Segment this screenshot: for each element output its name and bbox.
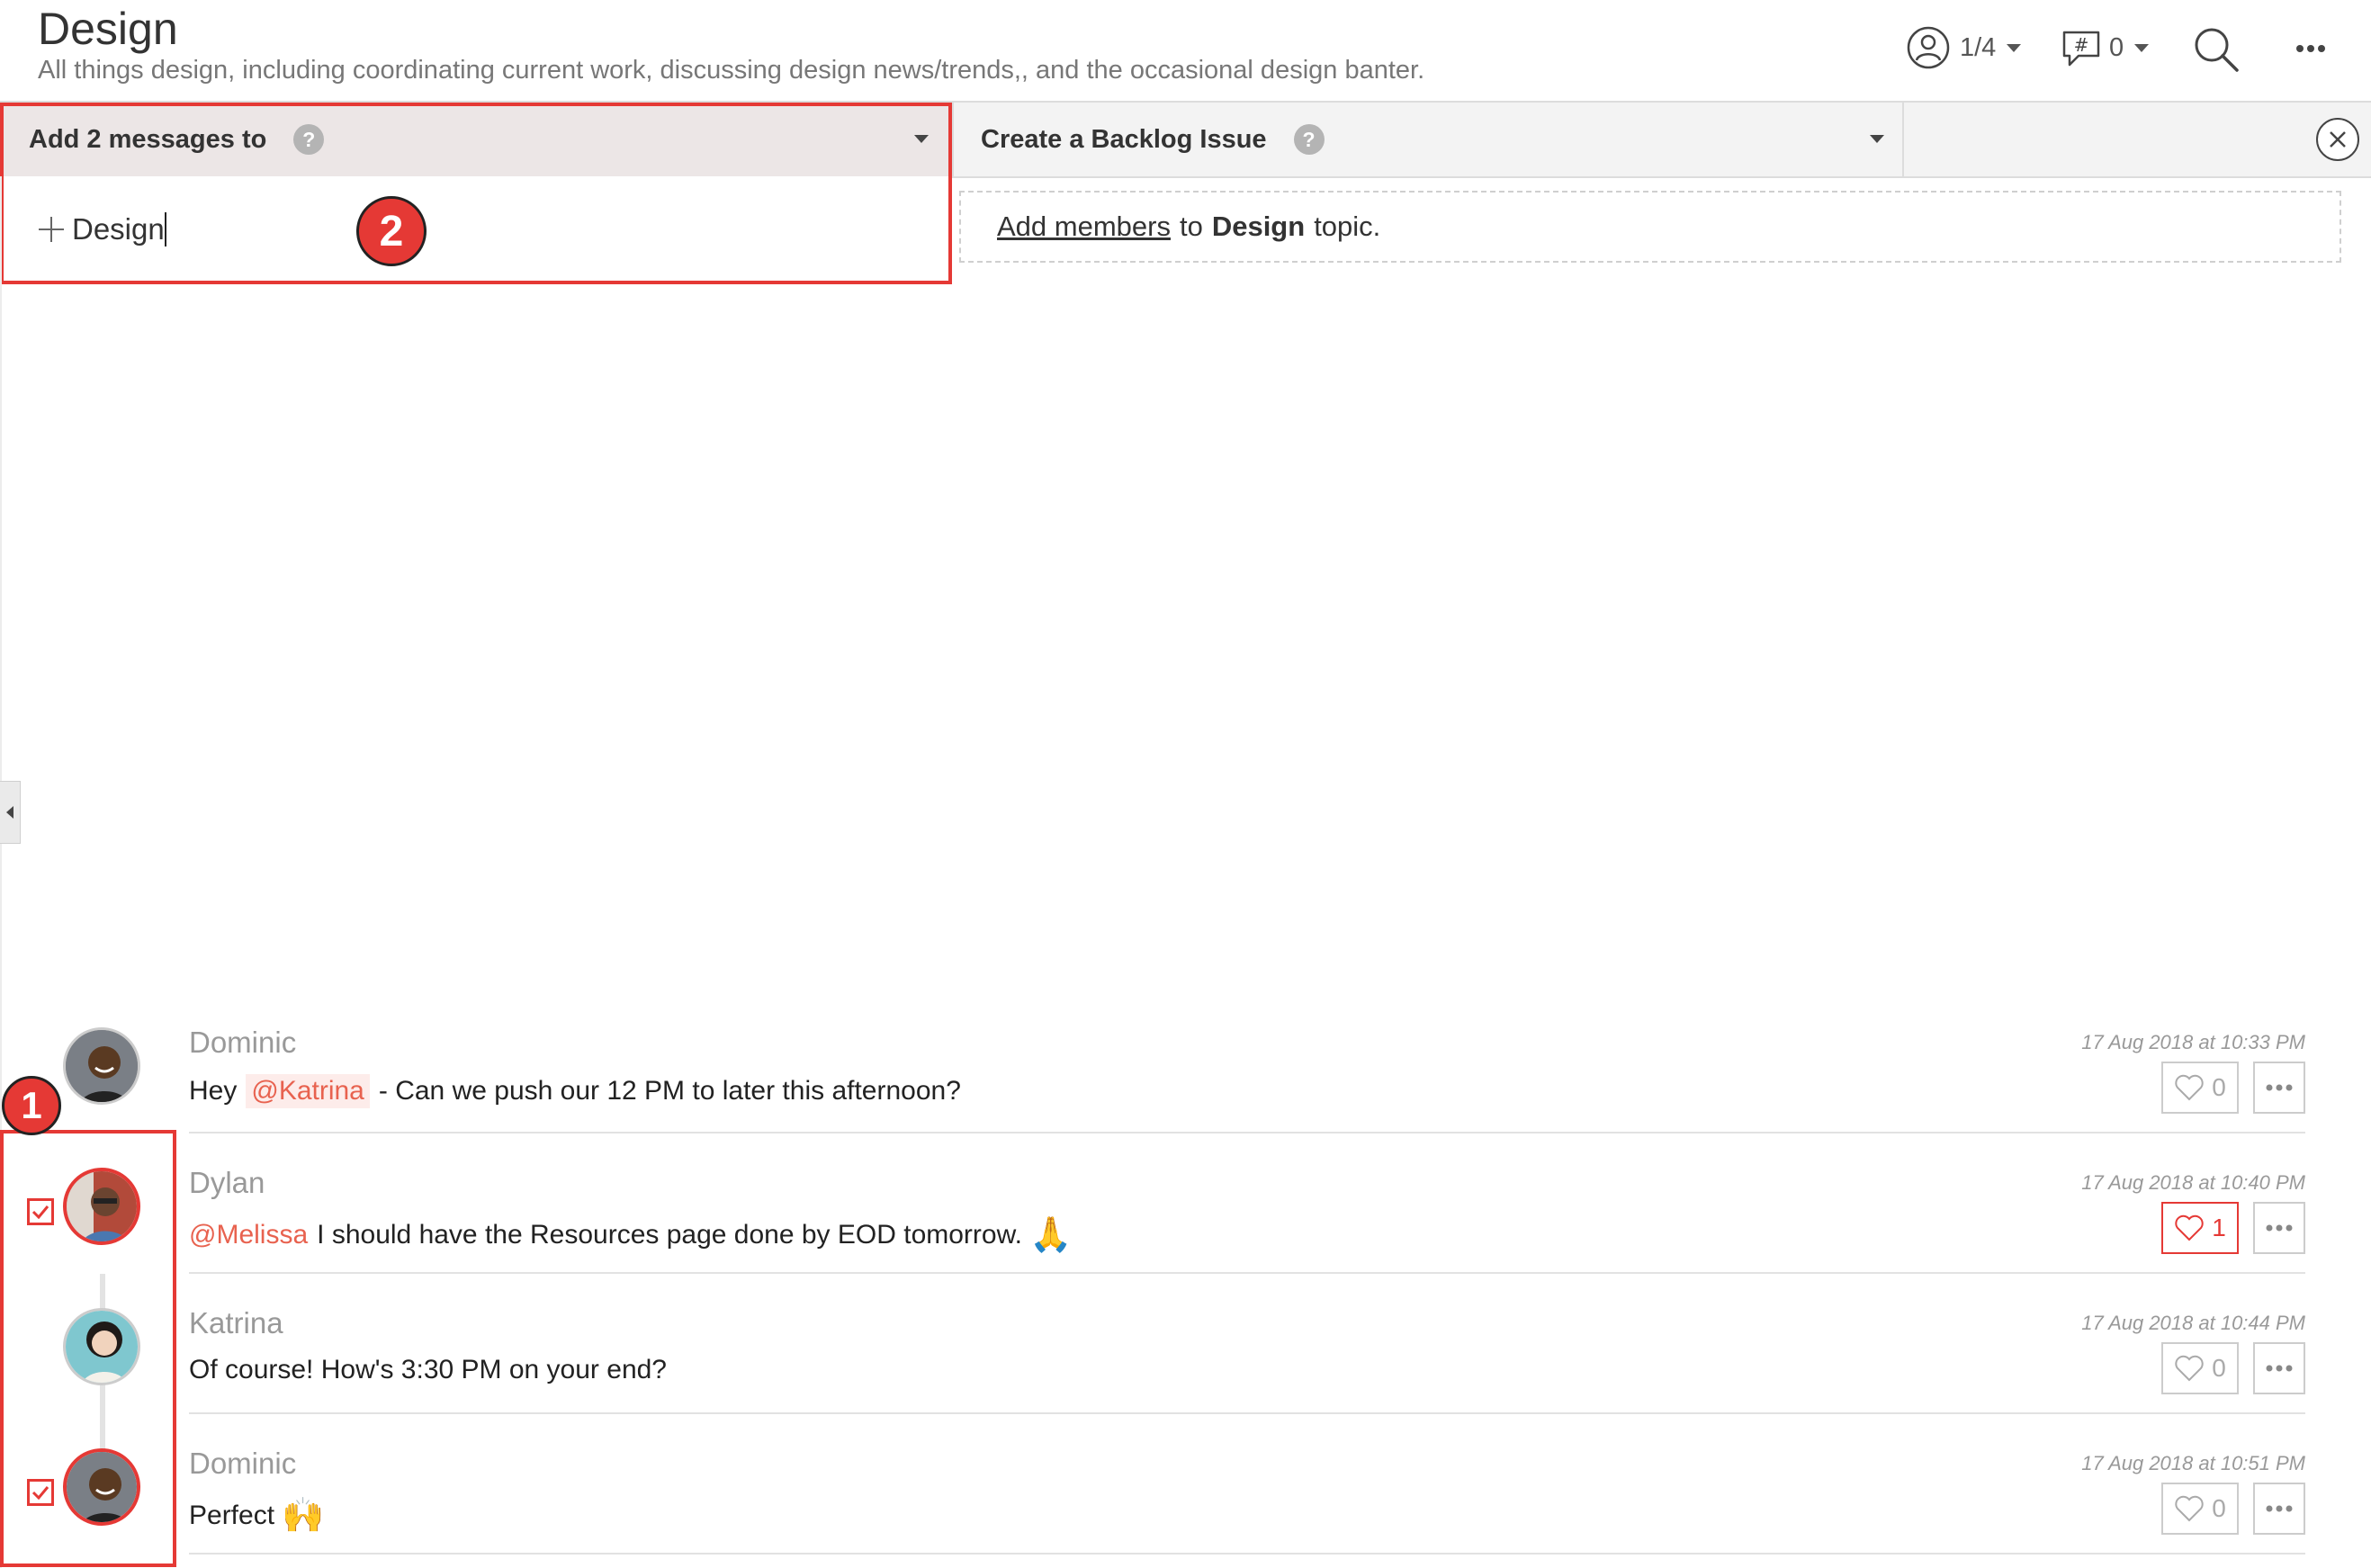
add-members-link[interactable]: Add members [997, 211, 1171, 243]
search-icon[interactable] [2192, 25, 2241, 78]
message-more-button[interactable] [2253, 1062, 2305, 1114]
like-button[interactable]: 0 [2161, 1342, 2239, 1394]
more-icon[interactable] [2293, 40, 2329, 62]
help-icon[interactable]: ? [1293, 124, 1325, 155]
like-count: 0 [2212, 1354, 2226, 1382]
message-row[interactable]: Dominic 17 Aug 2018 at 10:33 PM Hey @Kat… [0, 1026, 2371, 1133]
heart-icon [2174, 1355, 2205, 1382]
message-timestamp: 17 Aug 2018 at 10:33 PM [2081, 1031, 2305, 1053]
chevron-down-icon [1870, 135, 1884, 143]
topics-count: 0 [2109, 32, 2124, 62]
annotation-box-2 [0, 103, 952, 284]
like-count: 0 [2212, 1073, 2226, 1101]
message-timestamp: 17 Aug 2018 at 10:51 PM [2081, 1452, 2305, 1474]
backlog-label: Create a Backlog Issue [981, 124, 1267, 154]
topics-button[interactable]: # 0 [2059, 25, 2150, 70]
members-button[interactable]: 1/4 [1906, 25, 2022, 70]
heart-icon [2174, 1495, 2205, 1522]
add-members-topic: Design [1211, 211, 1306, 242]
more-icon [2265, 1504, 2294, 1513]
svg-text:#: # [2074, 34, 2089, 56]
message-timestamp: 17 Aug 2018 at 10:44 PM [2081, 1312, 2305, 1334]
backlog-issue-dropdown[interactable]: Create a Backlog Issue ? [952, 103, 1904, 178]
message-text: Perfect [189, 1500, 275, 1530]
raised-hands-emoji-icon: 🙌 [282, 1495, 325, 1535]
message-divider [189, 1132, 2305, 1133]
more-icon [2265, 1364, 2294, 1373]
message-more-button[interactable] [2253, 1483, 2305, 1535]
message-text: Of course! How's 3:30 PM on your end? [189, 1355, 667, 1384]
message-divider [189, 1272, 2305, 1274]
mention-link[interactable]: @Katrina [246, 1074, 370, 1108]
message-author: Dominic [189, 1026, 297, 1059]
message-row[interactable]: Dylan 17 Aug 2018 at 10:40 PM @Melissa I… [0, 1166, 2371, 1274]
like-button[interactable]: 0 [2161, 1483, 2239, 1535]
message-author: Katrina [189, 1306, 283, 1340]
add-members-hint: Add members to Design topic. [959, 191, 2341, 263]
sidebar-toggle[interactable] [0, 781, 21, 844]
message-text: - Can we push our 12 PM to later this af… [378, 1076, 961, 1106]
message-text: I should have the Resources page done by… [317, 1219, 1022, 1250]
message-author: Dominic [189, 1447, 297, 1480]
chevron-left-icon [6, 806, 13, 819]
message-more-button[interactable] [2253, 1342, 2305, 1394]
message-row[interactable]: Katrina 17 Aug 2018 at 10:44 PM Of cours… [0, 1306, 2371, 1414]
pray-emoji-icon: 🙏 [1028, 1214, 1073, 1254]
add-members-suffix: topic. [1314, 211, 1381, 242]
topics-icon: # [2059, 25, 2104, 70]
more-icon [2265, 1083, 2294, 1092]
annotation-badge-2: 2 [356, 196, 427, 266]
page-subtitle: All things design, including coordinatin… [38, 56, 1425, 85]
message-divider [189, 1412, 2305, 1414]
more-icon [2265, 1223, 2294, 1232]
avatar [63, 1027, 140, 1105]
members-count: 1/4 [1960, 32, 1997, 62]
message-row[interactable]: Dominic 17 Aug 2018 at 10:51 PM Perfect … [0, 1447, 2371, 1555]
members-icon [1906, 25, 1951, 70]
action-bar-close-area [1902, 103, 2371, 178]
message-text-prefix: Hey [189, 1076, 238, 1106]
heart-icon [2174, 1074, 2205, 1101]
annotation-box-1 [0, 1130, 176, 1567]
heart-icon [2174, 1214, 2205, 1241]
page-title: Design [38, 4, 178, 54]
annotation-badge-1: 1 [2, 1076, 61, 1135]
close-icon[interactable] [2316, 118, 2359, 161]
mention-link[interactable]: @Melissa [189, 1220, 308, 1250]
like-count: 0 [2212, 1494, 2226, 1522]
chevron-down-icon [2007, 43, 2022, 52]
message-more-button[interactable] [2253, 1202, 2305, 1254]
add-members-mid-text: to [1179, 211, 1203, 242]
message-author: Dylan [189, 1166, 265, 1199]
like-button[interactable]: 1 [2161, 1202, 2239, 1254]
like-count: 1 [2212, 1214, 2226, 1241]
message-timestamp: 17 Aug 2018 at 10:40 PM [2081, 1171, 2305, 1194]
message-divider [189, 1553, 2305, 1555]
chevron-down-icon [2134, 43, 2150, 52]
like-button[interactable]: 0 [2161, 1062, 2239, 1114]
